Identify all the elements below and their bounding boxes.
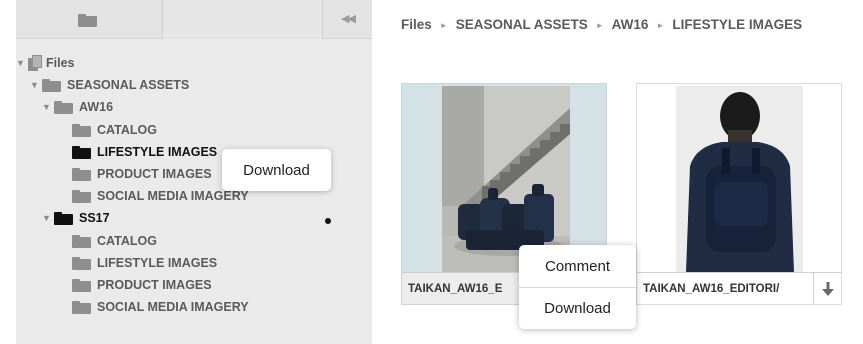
breadcrumb-item-lifestyle-images: LIFESTYLE IMAGES: [672, 17, 803, 32]
asset-caption: TAIKAN_AW16_EDITORI/: [637, 272, 813, 304]
asset-thumbnail-backpack-man[interactable]: [676, 86, 803, 272]
tree-item-label: PRODUCT IMAGES: [97, 167, 212, 181]
tree-item-label: SOCIAL MEDIA IMAGERY: [97, 189, 249, 203]
toolbar-spacer: [162, 0, 323, 39]
tree-item-ss17[interactable]: ▼ SS17: [42, 207, 110, 229]
caret-down-icon[interactable]: ▼: [42, 213, 54, 223]
folder-icon: [72, 145, 91, 159]
tree-item-label: SOCIAL MEDIA IMAGERY: [97, 300, 249, 314]
tree-item-label: CATALOG: [97, 234, 157, 248]
tree-item-aw16[interactable]: ▼ AW16: [42, 96, 113, 118]
tree-item-aw16-product-images[interactable]: PRODUCT IMAGES: [72, 163, 212, 185]
folder-icon: [72, 278, 91, 292]
breadcrumb-item-aw16[interactable]: AW16: [612, 17, 649, 32]
tree-item-files[interactable]: ▼ Files: [16, 52, 75, 74]
breadcrumb-separator-icon: ►: [439, 21, 448, 30]
asset-card-taikan-aw16-editorial[interactable]: TAIKAN_AW16_EDITORI/: [636, 83, 842, 305]
folder-icon: [72, 256, 91, 270]
tree-item-label: LIFESTYLE IMAGES: [97, 256, 218, 270]
tree-item-ss17-social-media-imagery[interactable]: SOCIAL MEDIA IMAGERY: [72, 296, 249, 318]
tree-item-aw16-lifestyle-images[interactable]: LIFESTYLE IMAGES: [72, 141, 217, 163]
tree-toolbar: ◀◀: [16, 0, 372, 39]
tree-item-label: Files: [46, 56, 75, 70]
download-menu-item[interactable]: Download: [519, 287, 636, 329]
status-dot: [325, 218, 331, 224]
folder-icon: [42, 78, 61, 92]
tree-item-aw16-catalog[interactable]: CATALOG: [72, 119, 157, 141]
comment-menu-item[interactable]: Comment: [519, 245, 636, 287]
tree-item-ss17-lifestyle-images[interactable]: LIFESTYLE IMAGES: [72, 252, 217, 274]
collapse-panel-button[interactable]: ◀◀: [323, 0, 372, 39]
folder-icon: [54, 211, 73, 225]
breadcrumb-item-files[interactable]: Files: [401, 17, 432, 32]
tree-item-seasonal-assets[interactable]: ▼ SEASONAL ASSETS: [30, 74, 189, 96]
tree-item-label: SS17: [79, 211, 110, 225]
asset-context-menu: Comment Download: [519, 245, 636, 329]
breadcrumb-separator-icon: ►: [656, 21, 665, 30]
tree-item-label: SEASONAL ASSETS: [67, 78, 190, 92]
folder-icon: [72, 167, 91, 181]
tree-item-ss17-catalog[interactable]: CATALOG: [72, 230, 157, 252]
folder-icon: [72, 123, 91, 137]
tree-item-label: CATALOG: [97, 123, 157, 137]
folder-icon: [54, 100, 73, 114]
breadcrumb: Files ► SEASONAL ASSETS ► AW16 ► LIFESTYLE IMA…: [401, 17, 802, 32]
caret-down-icon[interactable]: ▼: [16, 58, 28, 68]
double-left-arrow-icon: ◀◀: [341, 13, 356, 25]
caret-down-icon[interactable]: ▼: [30, 80, 42, 90]
files-stack-icon: [28, 55, 42, 71]
folder-icon: [72, 189, 91, 203]
tree-item-label: LIFESTYLE IMAGES: [97, 145, 218, 159]
folder-view-button[interactable]: [16, 0, 162, 39]
folder-icon: [72, 300, 91, 314]
tree-item-ss17-product-images[interactable]: PRODUCT IMAGES: [72, 274, 212, 296]
tree-item-label: AW16: [79, 100, 114, 114]
breadcrumb-item-seasonal-assets[interactable]: SEASONAL ASSETS: [456, 17, 588, 32]
breadcrumb-separator-icon: ►: [595, 21, 604, 30]
download-arrow-icon: [821, 281, 834, 296]
tree-context-menu-download[interactable]: Download: [222, 149, 331, 191]
tree-item-label: PRODUCT IMAGES: [97, 278, 212, 292]
folder-icon: [72, 234, 91, 248]
download-button[interactable]: [813, 272, 841, 304]
folder-icon: [78, 14, 97, 27]
caret-down-icon[interactable]: ▼: [42, 102, 54, 112]
